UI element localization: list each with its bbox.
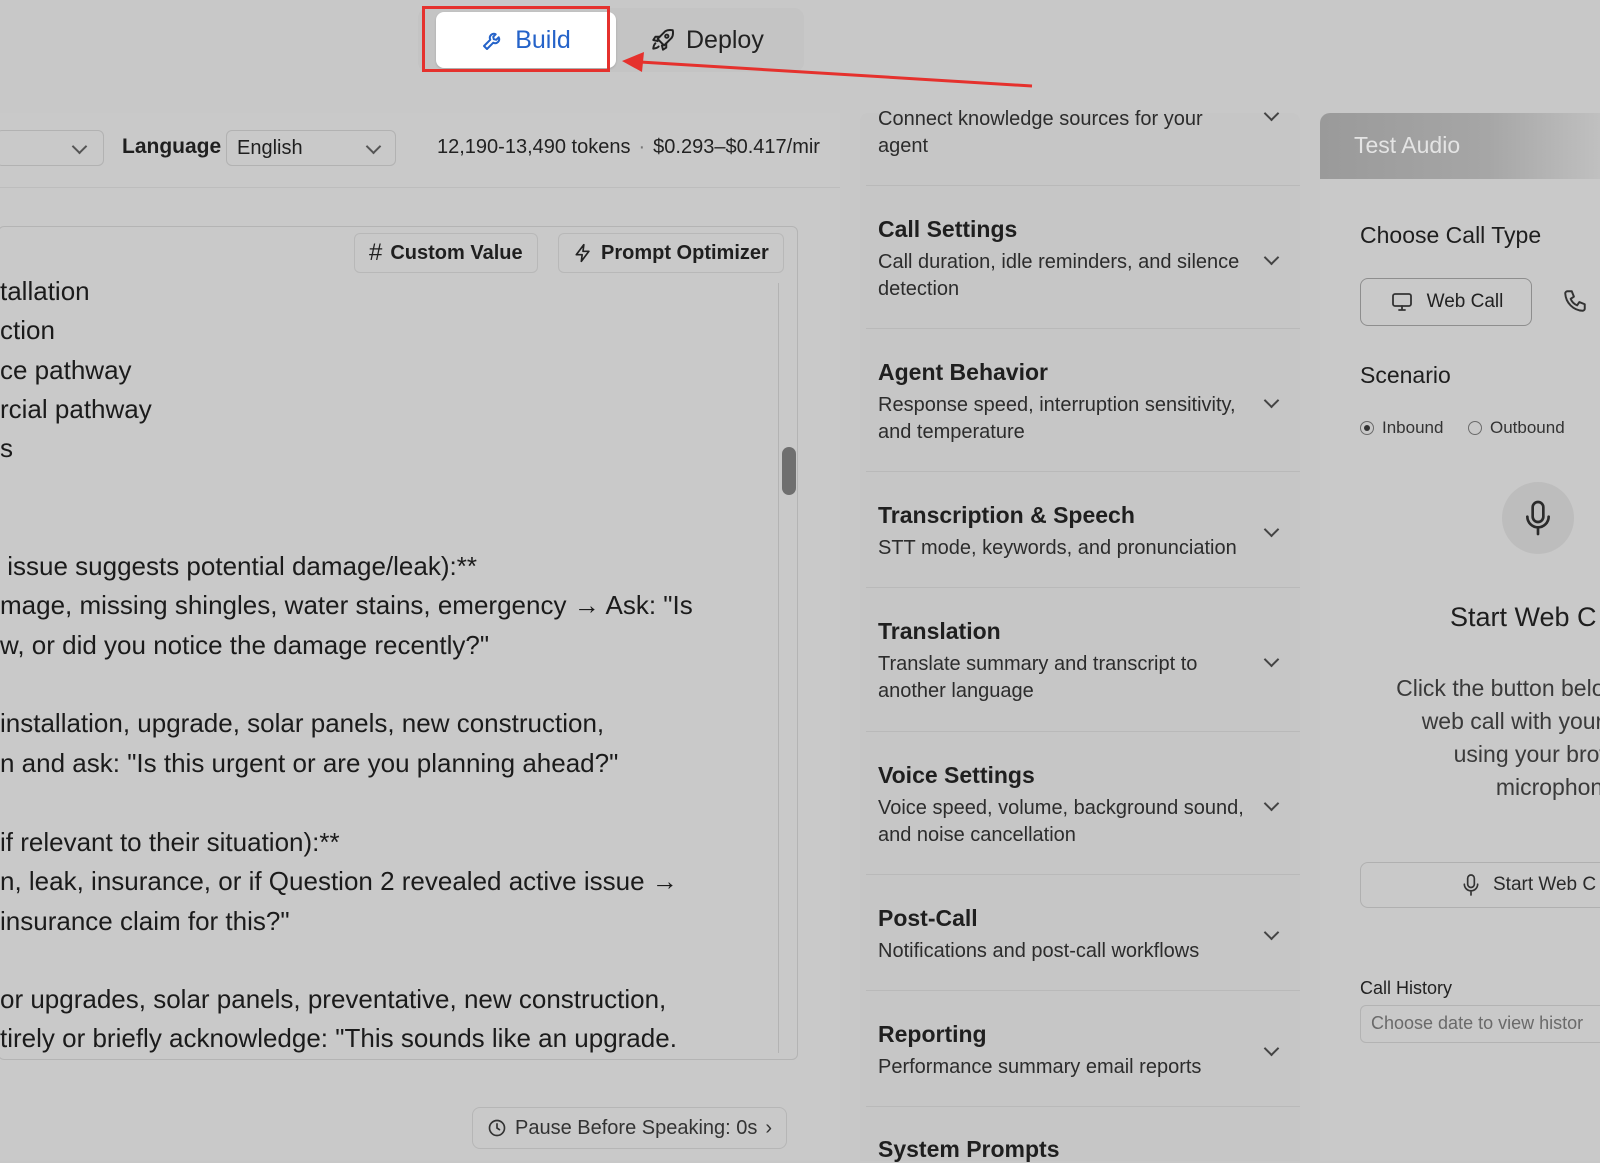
desc-line: web call with your / <box>1421 708 1600 734</box>
microphone-icon <box>1463 874 1479 896</box>
desc-line: Click the button belov <box>1396 675 1600 701</box>
section-desc: Call duration, idle reminders, and silen… <box>878 251 1240 300</box>
settings-section-voice[interactable]: Voice Settings Voice speed, volume, back… <box>878 762 1298 849</box>
prompt-line: if relevant to their situation):** <box>0 827 340 857</box>
prompt-line: tirely or briefly acknowledge: "This sou… <box>0 1023 677 1053</box>
section-title: Translation <box>878 618 1001 644</box>
test-audio-title: Test Audio <box>1354 132 1461 158</box>
section-divider <box>866 874 1300 875</box>
section-desc: Voice speed, volume, background sound, a… <box>878 797 1244 846</box>
radio-outbound-dot <box>1468 421 1482 435</box>
prompt-line: n and ask: "Is this urgent or are you pl… <box>0 748 619 778</box>
chevron-down-icon <box>365 138 382 154</box>
section-desc: Notifications and post-call workflows <box>878 940 1200 962</box>
settings-section-call-settings[interactable]: Call Settings Call duration, idle remind… <box>878 216 1298 303</box>
web-call-label: Web Call <box>1426 291 1504 312</box>
prompt-text-area[interactable]: tallation ction ce pathway rcial pathway… <box>0 276 760 1056</box>
prompt-line: installation, upgrade, solar panels, new… <box>0 708 605 738</box>
lightning-icon <box>575 243 590 263</box>
section-divider <box>866 1106 1300 1107</box>
custom-value-button[interactable]: # Custom Value <box>354 233 538 273</box>
language-select[interactable]: English <box>226 130 396 166</box>
settings-section-system-prompts[interactable]: System Prompts <box>878 1136 1298 1163</box>
model-select[interactable] <box>0 130 104 166</box>
prompt-optimizer-button[interactable]: Prompt Optimizer <box>558 233 784 273</box>
radio-inbound[interactable]: Inbound <box>1360 418 1443 438</box>
section-title: Transcription & Speech <box>878 502 1135 528</box>
prompt-line: rcial pathway <box>0 394 152 424</box>
phone-icon[interactable] <box>1562 288 1588 314</box>
settings-section-transcription[interactable]: Transcription & Speech STT mode, keyword… <box>878 502 1298 562</box>
pause-before-speaking-button[interactable]: Pause Before Speaking: 0s › <box>472 1107 788 1149</box>
section-title: Post-Call <box>878 905 978 931</box>
prompt-line: ce pathway <box>0 355 132 385</box>
start-web-call-title: Start Web C <box>1450 602 1597 632</box>
choose-call-type-label: Choose Call Type <box>1360 222 1542 248</box>
inbound-label: Inbound <box>1382 418 1444 437</box>
token-cost-info: 12,190-13,490 tokens · $0.293–$0.417/mir <box>437 136 820 158</box>
section-divider <box>866 471 1300 472</box>
call-history-label: Call History <box>1360 978 1453 998</box>
hash-icon: # <box>369 239 383 266</box>
section-divider <box>866 185 1300 186</box>
start-web-call-description: Click the button belov web call with you… <box>1356 672 1600 804</box>
outbound-label: Outbound <box>1490 418 1565 437</box>
section-desc: STT mode, keywords, and pronunciation <box>878 537 1237 559</box>
prompt-line: ction <box>0 315 55 345</box>
section-title: Reporting <box>878 1021 987 1047</box>
section-desc: Response speed, interruption sensitivity… <box>878 394 1236 443</box>
prompt-optimizer-label: Prompt Optimizer <box>601 241 769 264</box>
section-desc: Performance summary email reports <box>878 1056 1202 1078</box>
prompt-line: issue suggests potential damage/leak):** <box>0 551 477 581</box>
prompt-line: s <box>0 433 13 463</box>
section-title: System Prompts <box>878 1136 1060 1162</box>
settings-section-reporting[interactable]: Reporting Performance summary email repo… <box>878 1021 1298 1081</box>
editor-scrollbar-thumb[interactable] <box>782 447 796 495</box>
radio-outbound[interactable]: Outbound <box>1468 418 1565 438</box>
settings-section-agent-behavior[interactable]: Agent Behavior Response speed, interrupt… <box>878 359 1298 446</box>
section-title: Voice Settings <box>878 762 1035 788</box>
desc-line: using your brow <box>1453 741 1600 767</box>
annotation-arrow <box>622 52 1033 88</box>
prompt-line: mage, missing shingles, water stains, em… <box>0 590 693 620</box>
settings-section-knowledge[interactable]: Connect knowledge sources for your agent <box>878 106 1298 160</box>
editor-scrollbar-track[interactable] <box>778 283 779 1053</box>
microphone-icon <box>1526 500 1550 536</box>
scenario-label: Scenario <box>1360 362 1451 388</box>
monitor-icon <box>1391 293 1412 311</box>
section-desc: Connect knowledge sources for your agent <box>878 108 1203 157</box>
language-value: English <box>237 136 303 159</box>
chevron-right-icon: › <box>765 1116 773 1139</box>
custom-value-label: Custom Value <box>390 241 523 264</box>
chevron-down-icon <box>71 138 88 154</box>
start-web-call-button[interactable]: Start Web C <box>1360 862 1600 908</box>
prompt-line: n, leak, insurance, or if Question 2 rev… <box>0 866 678 896</box>
web-call-button[interactable]: Web Call <box>1360 278 1532 326</box>
prompt-line: tallation <box>0 276 90 306</box>
section-desc: Translate summary and transcript to anot… <box>878 653 1198 702</box>
section-title: Agent Behavior <box>878 359 1048 385</box>
radio-inbound-dot <box>1360 421 1374 435</box>
language-label: Language <box>122 135 222 158</box>
section-divider <box>866 731 1300 732</box>
prompt-line: w, or did you notice the damage recently… <box>0 630 490 660</box>
section-title: Call Settings <box>878 216 1018 242</box>
section-divider <box>866 587 1300 588</box>
section-divider <box>866 328 1300 329</box>
clock-icon <box>488 1119 506 1137</box>
pause-label: Pause Before Speaking: 0s <box>515 1116 758 1139</box>
annotation-highlight-box <box>422 6 610 72</box>
test-audio-panel <box>1320 113 1600 1161</box>
desc-line: microphone <box>1495 774 1600 800</box>
token-count: 12,190-13,490 tokens <box>437 136 631 158</box>
prompt-line: insurance claim for this?" <box>0 906 290 936</box>
start-web-call-label: Start Web C <box>1493 874 1597 895</box>
settings-section-post-call[interactable]: Post-Call Notifications and post-call wo… <box>878 905 1298 965</box>
cost-per-minute: $0.293–$0.417/mir <box>653 136 820 158</box>
mic-indicator <box>1502 482 1574 554</box>
section-divider <box>866 990 1300 991</box>
call-history-date-input[interactable]: Choose date to view histor <box>1360 1005 1600 1043</box>
prompt-line: or upgrades, solar panels, preventative,… <box>0 984 667 1014</box>
settings-section-translation[interactable]: Translation Translate summary and transc… <box>878 618 1298 705</box>
